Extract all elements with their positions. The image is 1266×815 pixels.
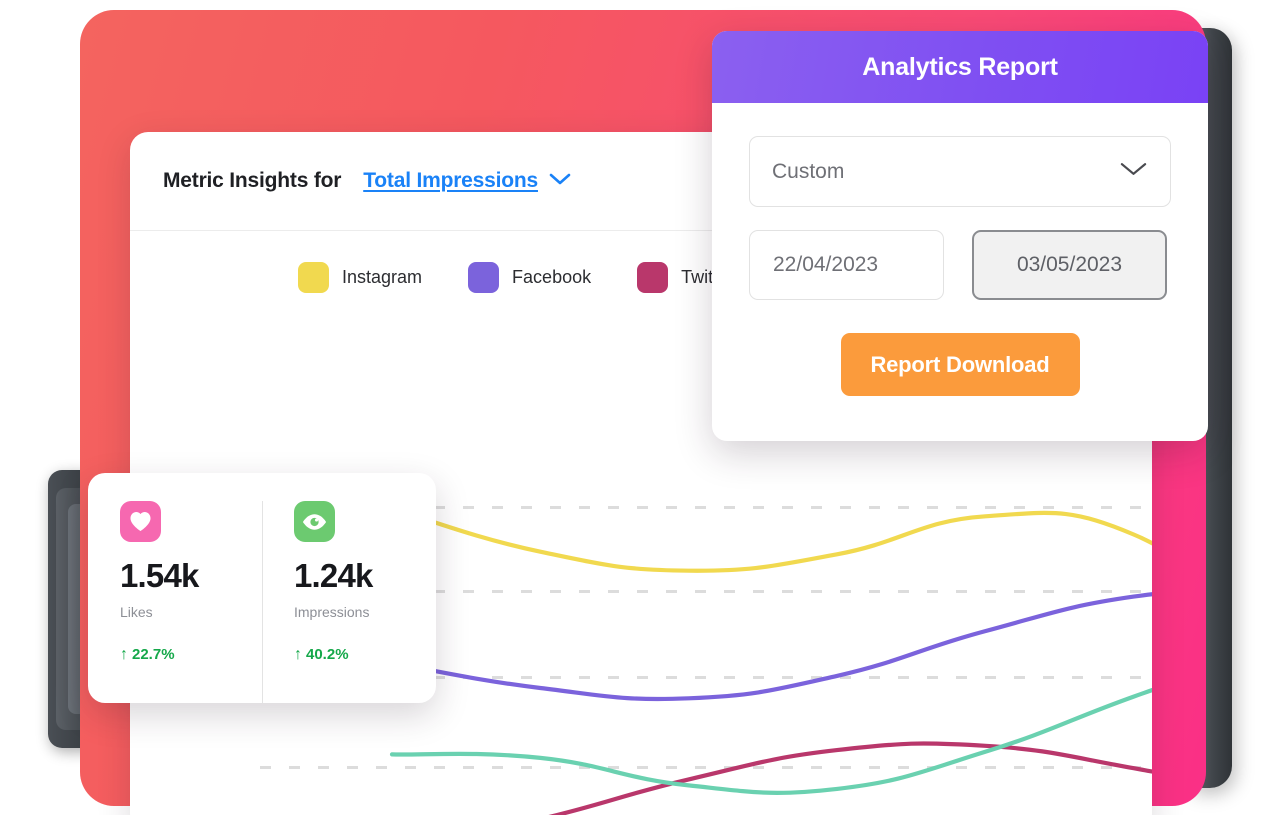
- chevron-down-icon[interactable]: [1120, 161, 1147, 182]
- date-from-input[interactable]: 22/04/2023: [749, 230, 944, 300]
- stat-label-likes: Likes: [120, 604, 153, 620]
- analytics-report-title: Analytics Report: [862, 52, 1058, 81]
- arrow-up-icon: ↑: [120, 645, 128, 663]
- stat-value-likes: 1.54k: [120, 557, 199, 594]
- stat-delta-likes: 22.7%: [132, 646, 175, 663]
- legend-swatch-facebook: [468, 262, 500, 293]
- date-range-fields: 22/04/2023 03/05/2023: [749, 230, 1171, 300]
- eye-icon: [294, 501, 335, 542]
- stat-value-impressions: 1.24k: [294, 557, 373, 594]
- stats-card: 1.54k Likes ↑ 22.7% 1.24k Impressions ↑ …: [88, 473, 436, 703]
- analytics-report-body: Custom 22/04/2023 03/05/2023 Report Down…: [712, 103, 1208, 396]
- analytics-report-header: Analytics Report: [712, 31, 1208, 103]
- date-to-input[interactable]: 03/05/2023: [972, 230, 1167, 300]
- page-title: Metric Insights for: [163, 169, 342, 192]
- stat-likes: 1.54k Likes ↑ 22.7%: [88, 501, 262, 703]
- chart-series-instagram: [389, 506, 1152, 573]
- analytics-report-panel: Analytics Report Custom 22/04/2023 03/05…: [712, 31, 1208, 441]
- date-from-value: 22/04/2023: [773, 253, 879, 276]
- legend-item-instagram[interactable]: Instagram: [298, 262, 422, 293]
- stat-impressions: 1.24k Impressions ↑ 40.2%: [262, 501, 436, 703]
- metric-selector-link[interactable]: Total Impressions: [363, 169, 538, 193]
- illustration-stage: Metric Insights for Total Impressions In…: [0, 0, 1266, 815]
- date-range-select-value: Custom: [772, 159, 845, 183]
- status-badge-likes: ↑ 22.7%: [120, 646, 262, 663]
- chart-series-series-3: [389, 687, 1152, 795]
- metric-selector[interactable]: Total Impressions: [363, 169, 571, 193]
- date-to-value: 03/05/2023: [1016, 253, 1123, 276]
- stat-delta-impressions: 40.2%: [306, 646, 349, 663]
- heart-icon: [120, 501, 161, 542]
- report-download-button[interactable]: Report Download: [840, 333, 1080, 396]
- stat-label-impressions: Impressions: [294, 604, 370, 620]
- legend-item-facebook[interactable]: Facebook: [468, 262, 591, 293]
- chevron-down-icon[interactable]: [549, 172, 571, 191]
- legend-swatch-instagram: [298, 262, 329, 293]
- chart-series-facebook: [389, 592, 1152, 702]
- date-range-select[interactable]: Custom: [749, 136, 1171, 207]
- legend-label-instagram: Instagram: [342, 267, 423, 287]
- legend-swatch-twitter: [637, 262, 669, 293]
- arrow-up-icon: ↑: [294, 645, 302, 663]
- legend-label-facebook: Facebook: [512, 267, 592, 287]
- status-badge-impressions: ↑ 40.2%: [294, 646, 436, 663]
